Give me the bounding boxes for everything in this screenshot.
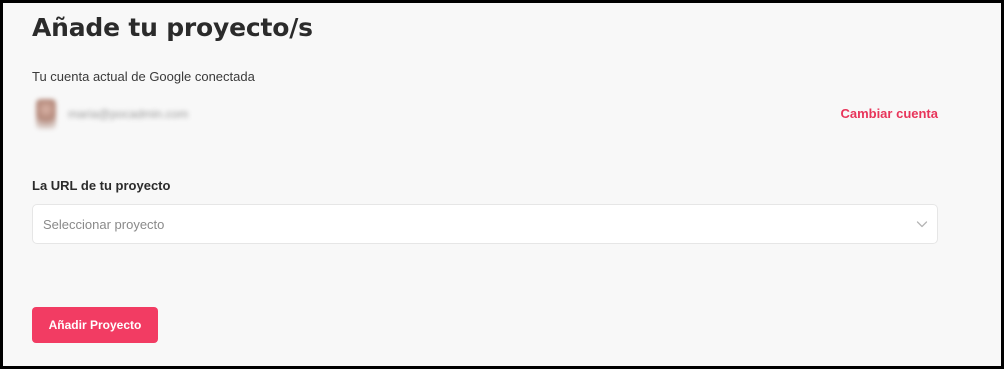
project-select-placeholder: Seleccionar proyecto bbox=[43, 217, 165, 232]
connected-account-row: maria@pocadmin.com Cambiar cuenta bbox=[32, 99, 938, 129]
chevron-down-icon bbox=[916, 221, 928, 228]
change-account-link[interactable]: Cambiar cuenta bbox=[840, 106, 938, 121]
project-url-label: La URL de tu proyecto bbox=[32, 178, 171, 193]
add-project-panel: Añade tu proyecto/s Tu cuenta actual de … bbox=[3, 3, 1001, 366]
account-email: maria@pocadmin.com bbox=[68, 107, 189, 121]
page-title: Añade tu proyecto/s bbox=[32, 13, 313, 42]
project-select[interactable]: Seleccionar proyecto bbox=[32, 204, 938, 244]
add-project-button[interactable]: Añadir Proyecto bbox=[32, 307, 158, 343]
connected-account-label: Tu cuenta actual de Google conectada bbox=[32, 69, 255, 84]
avatar bbox=[36, 99, 56, 129]
